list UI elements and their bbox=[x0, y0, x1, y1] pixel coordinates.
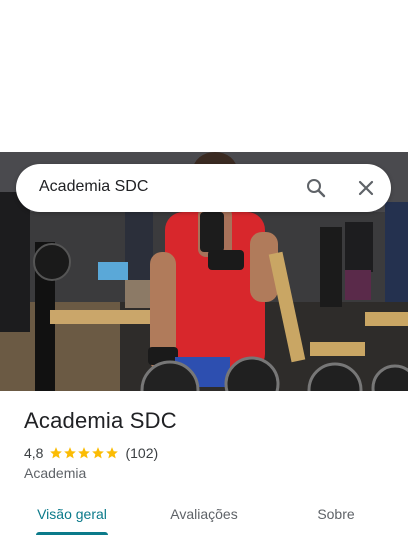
tab-reviews[interactable]: Avaliações bbox=[152, 492, 256, 536]
star-icon bbox=[64, 447, 77, 459]
star-icon bbox=[78, 447, 91, 459]
tab-about[interactable]: Sobre bbox=[284, 492, 388, 536]
rating-row[interactable]: 4,8 (102) bbox=[24, 444, 158, 462]
review-count[interactable]: (102) bbox=[125, 445, 158, 461]
active-tab-indicator bbox=[36, 532, 108, 535]
star-rating bbox=[49, 446, 119, 460]
search-input[interactable]: Academia SDC bbox=[39, 178, 148, 196]
search-icon[interactable] bbox=[304, 176, 328, 200]
tab-overview[interactable]: Visão geral bbox=[20, 492, 124, 536]
place-category[interactable]: Academia bbox=[24, 465, 86, 481]
star-icon bbox=[106, 447, 119, 459]
search-bar[interactable]: Academia SDC bbox=[16, 164, 391, 212]
maps-place-sheet: Academia SDC Academia SDC 4,8 (102) Acad… bbox=[0, 0, 408, 544]
close-icon[interactable] bbox=[354, 176, 378, 200]
map-area-blank bbox=[0, 0, 408, 152]
place-title: Academia SDC bbox=[24, 408, 177, 433]
star-icon bbox=[50, 447, 63, 459]
place-tabs: Visão geral Avaliações Sobre bbox=[0, 492, 408, 544]
star-icon bbox=[92, 447, 105, 459]
rating-value: 4,8 bbox=[24, 445, 44, 461]
